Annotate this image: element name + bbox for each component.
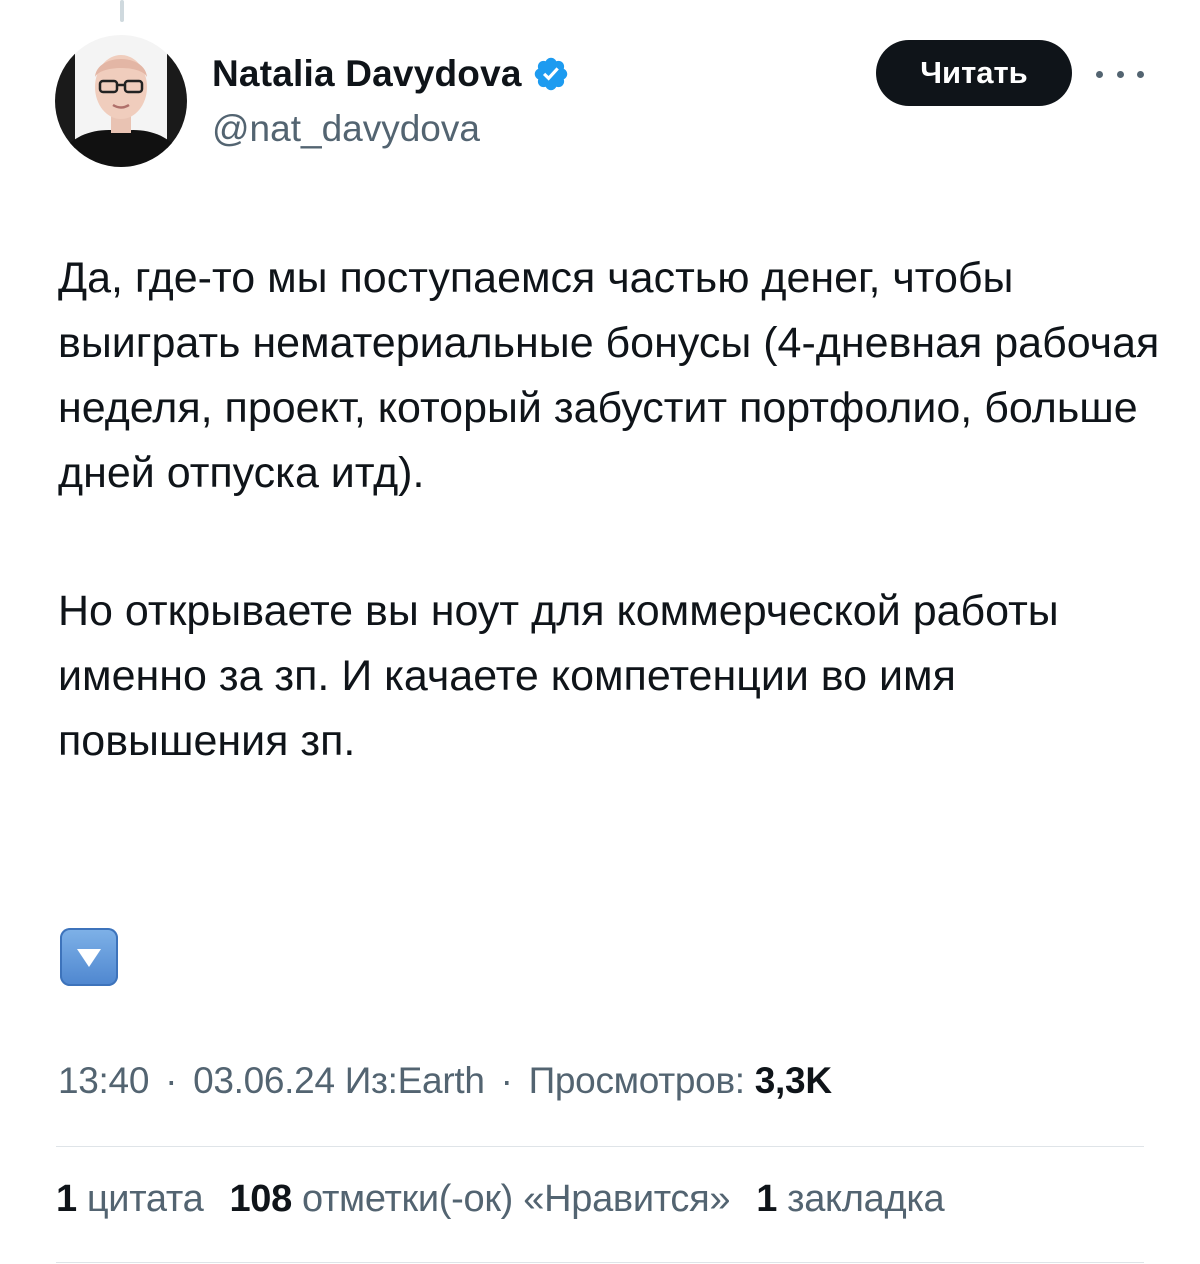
- quotes-count: 1: [56, 1178, 77, 1220]
- tweet-paragraph: Но открываете вы ноут для коммерческой р…: [58, 587, 1059, 765]
- likes-count: 108: [229, 1178, 292, 1220]
- likes-stat[interactable]: 108 отметки(-ок) «Нравится»: [229, 1178, 730, 1221]
- bookmarks-stat[interactable]: 1 закладка: [756, 1178, 944, 1221]
- avatar-image: [55, 35, 187, 167]
- tweet-meta: 13:40 · 03.06.24 Из:Earth · Просмотров: …: [58, 1060, 832, 1102]
- more-dot: [1096, 70, 1103, 78]
- author-block: Natalia Davydova @nat_davydova: [212, 52, 570, 150]
- tweet-paragraph: Да, где-то мы поступаемся частью денег, …: [58, 254, 1160, 497]
- tweet-date[interactable]: 03.06.24: [193, 1060, 335, 1101]
- bookmarks-count: 1: [756, 1178, 778, 1220]
- more-options-icon[interactable]: [1096, 64, 1144, 84]
- tweet-body: Да, где-то мы поступаемся частью денег, …: [58, 246, 1168, 774]
- quotes-stat[interactable]: 1 цитата: [56, 1178, 204, 1221]
- views-count: 3,3K: [754, 1060, 832, 1101]
- meta-separator: ·: [165, 1060, 178, 1101]
- verified-badge-icon: [532, 55, 570, 93]
- likes-label: отметки(-ок) «Нравится»: [301, 1178, 731, 1220]
- follow-button[interactable]: Читать: [876, 40, 1072, 106]
- author-handle[interactable]: @nat_davydova: [212, 108, 570, 150]
- divider: [56, 1146, 1144, 1147]
- views-label: Просмотров:: [528, 1060, 746, 1101]
- divider: [56, 1262, 1144, 1263]
- tweet-time[interactable]: 13:40: [58, 1060, 149, 1101]
- down-arrow-button-emoji-icon: [60, 928, 118, 986]
- more-dot: [1116, 70, 1124, 78]
- engagement-stats: 1 цитата 108 отметки(-ок) «Нравится» 1 закл…: [56, 1178, 945, 1221]
- thread-connector-line: [120, 0, 124, 22]
- author-display-name[interactable]: Natalia Davydova: [212, 53, 522, 95]
- more-dot: [1137, 70, 1144, 78]
- avatar[interactable]: [55, 35, 187, 167]
- bookmarks-label: закладка: [787, 1178, 945, 1220]
- tweet-source: Из:Earth: [344, 1060, 485, 1101]
- meta-separator: ·: [500, 1060, 513, 1101]
- name-row: Natalia Davydova: [212, 52, 570, 96]
- quotes-label: цитата: [86, 1178, 204, 1220]
